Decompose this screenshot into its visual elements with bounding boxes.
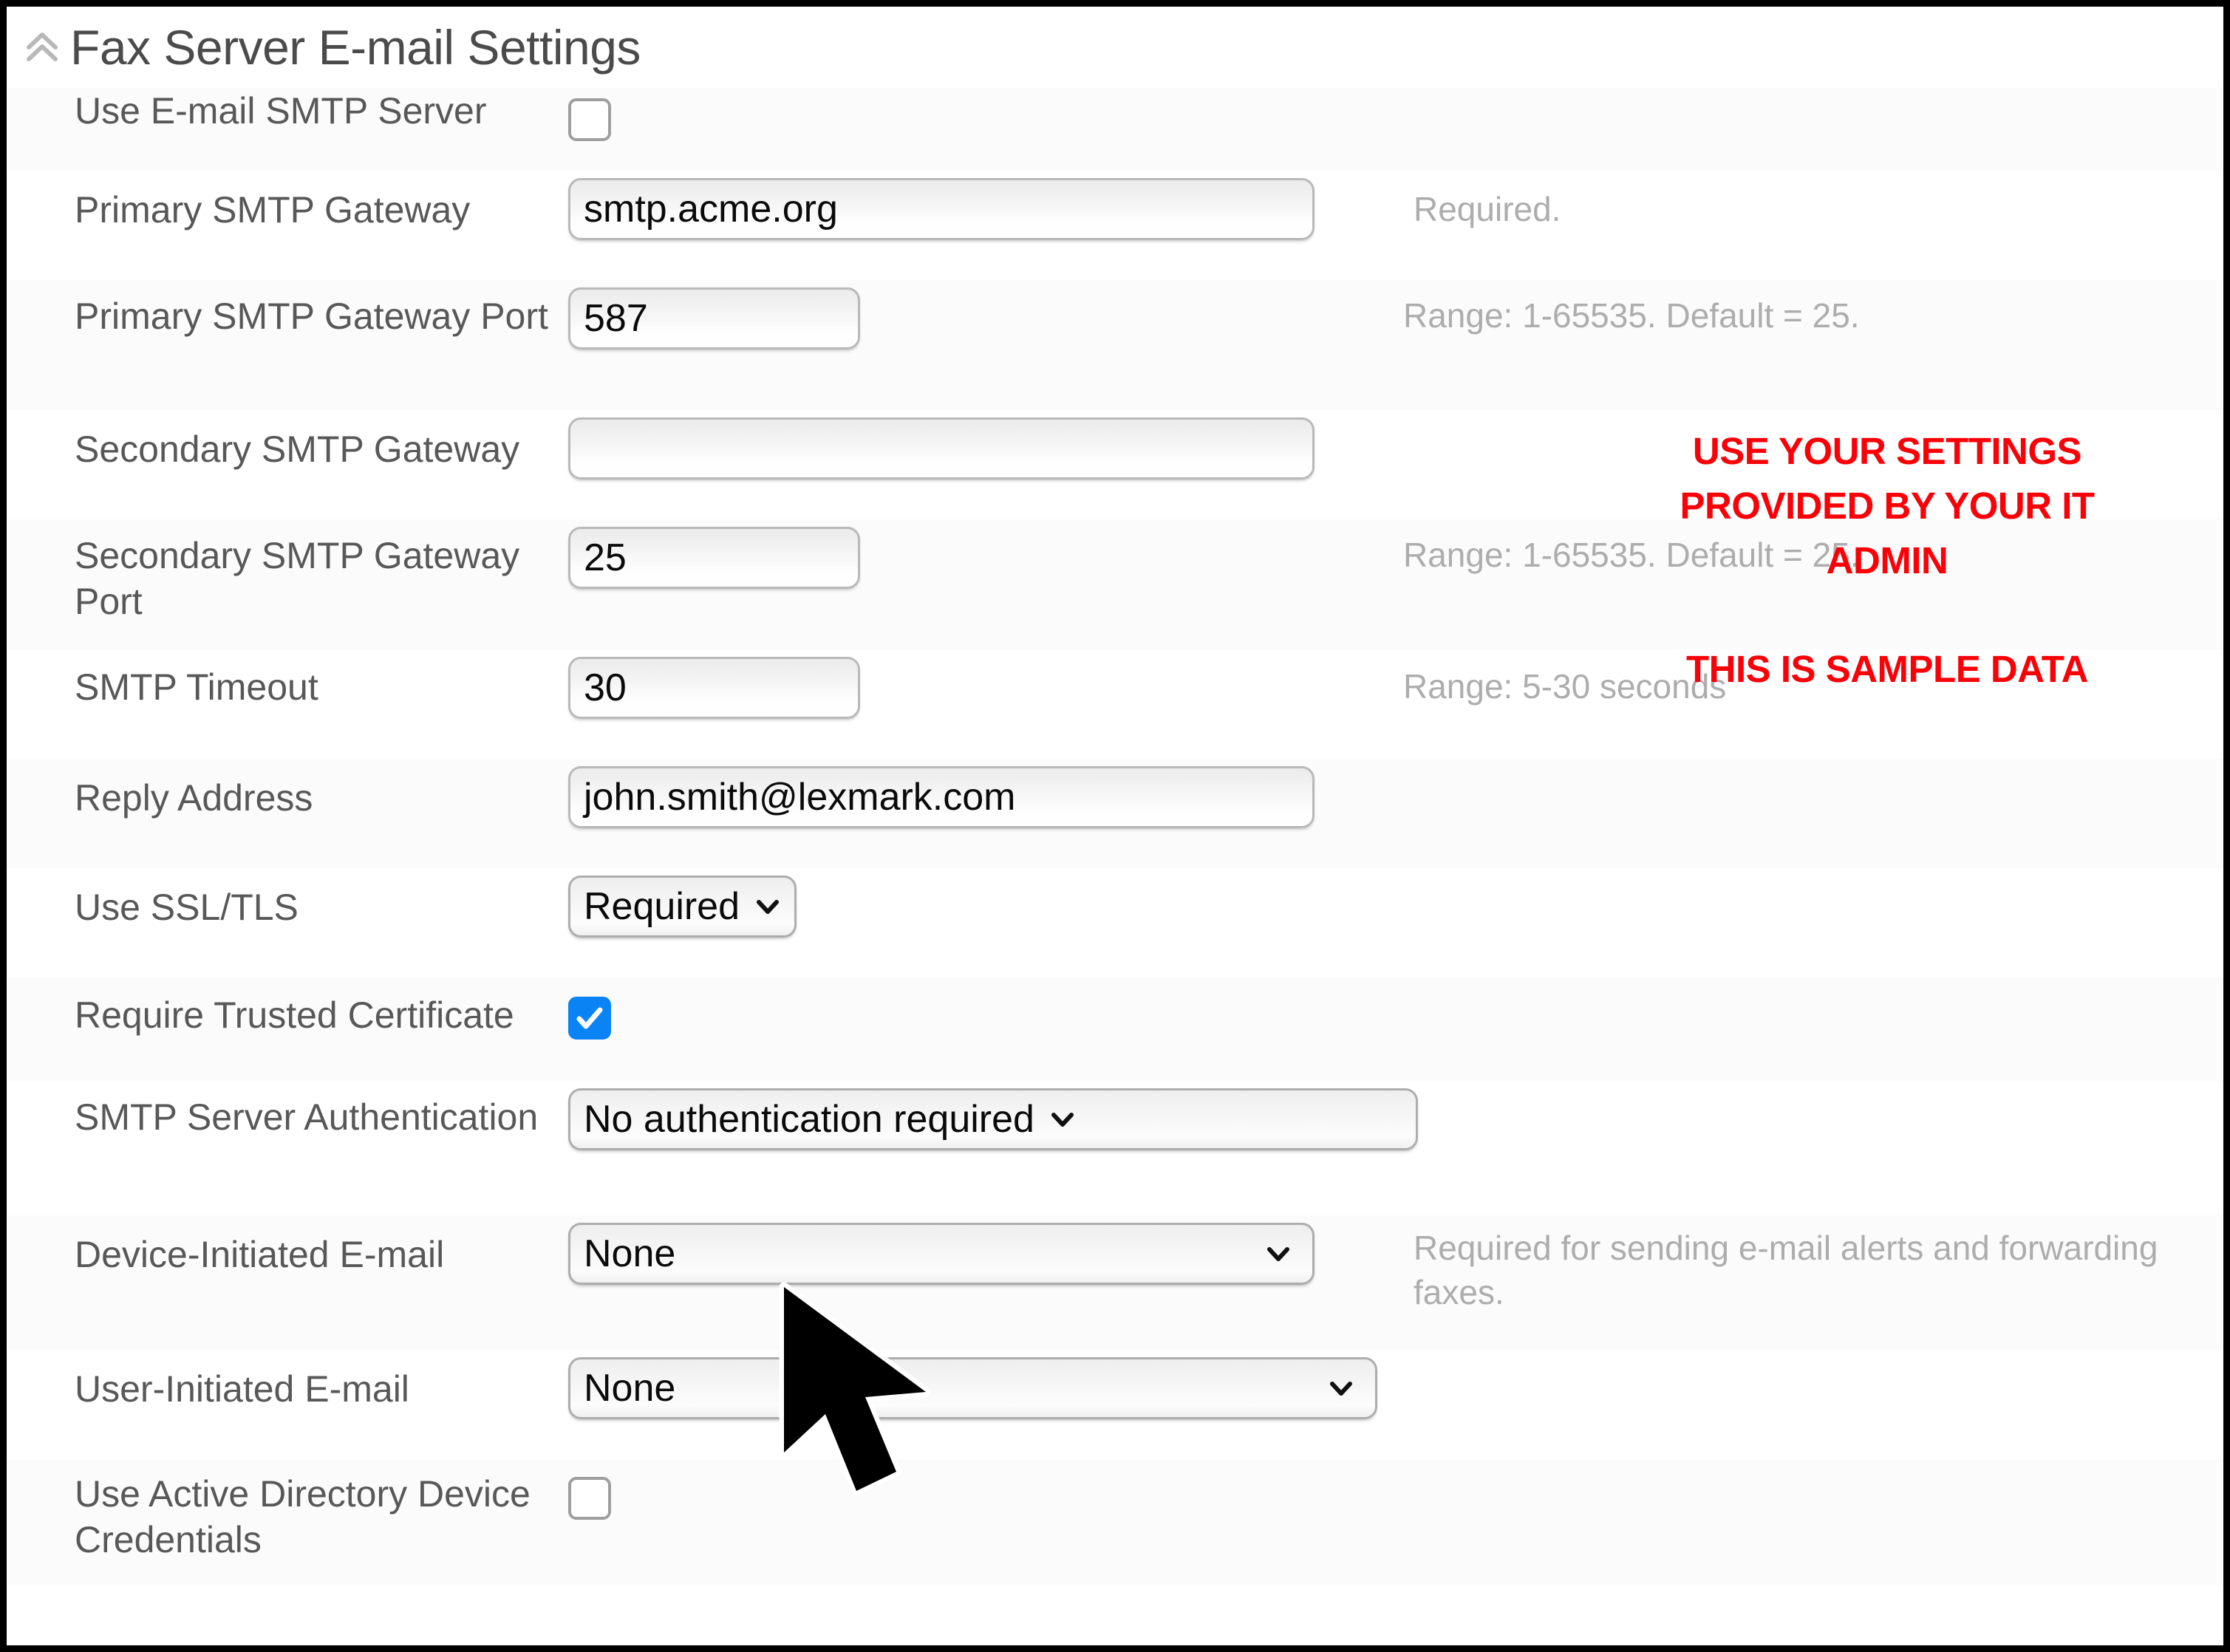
chevron-double-up-icon[interactable] bbox=[23, 28, 61, 66]
label-secondary-smtp-gateway-port: Secondary SMTP Gateway Port bbox=[75, 535, 520, 622]
hint-smtp-server-authentication bbox=[1403, 1081, 2223, 1094]
select-device-initiated-email[interactable]: None bbox=[568, 1223, 1315, 1285]
hint-reply-address bbox=[1403, 759, 2223, 775]
select-user-initiated-email-value: None bbox=[584, 1367, 676, 1410]
page-title: Fax Server E-mail Settings bbox=[70, 20, 641, 75]
hint-primary-smtp-gateway-port: Range: 1-65535. Default = 25. bbox=[1403, 296, 1860, 335]
settings-form: Use E-mail SMTP Server Primary SMTP Gate… bbox=[7, 88, 2223, 1585]
input-secondary-smtp-gateway[interactable] bbox=[568, 417, 1315, 479]
label-smtp-timeout: SMTP Timeout bbox=[75, 666, 318, 708]
row-primary-smtp-gateway: Primary SMTP Gateway smtp.acme.org Requi… bbox=[7, 171, 2223, 280]
control-require-trusted-certificate bbox=[568, 977, 1403, 1040]
control-use-email-smtp-server bbox=[568, 88, 1403, 145]
label-smtp-server-authentication: SMTP Server Authentication bbox=[75, 1096, 539, 1138]
select-use-ssl-tls-value: Required bbox=[584, 885, 740, 928]
row-require-trusted-certificate: Require Trusted Certificate bbox=[7, 977, 2223, 1081]
row-use-email-smtp-server: Use E-mail SMTP Server bbox=[7, 88, 2223, 171]
checkbox-use-active-directory-device-credentials[interactable] bbox=[568, 1477, 611, 1520]
select-use-ssl-tls[interactable]: Required bbox=[568, 876, 797, 938]
row-smtp-server-authentication: SMTP Server Authentication No authentica… bbox=[7, 1081, 2223, 1215]
control-primary-smtp-gateway: smtp.acme.org bbox=[568, 171, 1403, 240]
hint-primary-smtp-gateway: Required. bbox=[1414, 190, 1561, 228]
annotation-sample-data: THIS IS SAMPLE DATA bbox=[1686, 648, 2088, 690]
control-reply-address: john.smith@lexmark.com bbox=[568, 759, 1403, 828]
control-secondary-smtp-gateway bbox=[568, 410, 1403, 479]
hint-user-initiated-email bbox=[1403, 1350, 2223, 1366]
hint-use-ssl-tls bbox=[1403, 868, 2223, 884]
checkbox-use-email-smtp-server[interactable] bbox=[568, 98, 611, 141]
control-smtp-server-authentication: No authentication required bbox=[568, 1081, 1418, 1150]
label-use-active-directory-device-credentials: Use Active Directory Device Credentials bbox=[75, 1473, 531, 1560]
control-use-active-directory-device-credentials bbox=[568, 1459, 1403, 1523]
control-primary-smtp-gateway-port: 587 bbox=[568, 280, 1403, 349]
label-primary-smtp-gateway-port: Primary SMTP Gateway Port bbox=[75, 296, 548, 337]
input-primary-smtp-gateway-port[interactable]: 587 bbox=[568, 287, 860, 349]
select-smtp-server-authentication-value: No authentication required bbox=[584, 1098, 1034, 1141]
row-user-initiated-email: User-Initiated E-mail None bbox=[7, 1350, 2223, 1459]
control-secondary-smtp-gateway-port: 25 bbox=[568, 519, 1403, 589]
select-device-initiated-email-value: None bbox=[584, 1232, 676, 1275]
input-secondary-smtp-gateway-port[interactable]: 25 bbox=[568, 527, 860, 589]
label-device-initiated-email: Device-Initiated E-mail bbox=[75, 1234, 445, 1275]
select-user-initiated-email[interactable]: None bbox=[568, 1357, 1377, 1419]
label-require-trusted-certificate: Require Trusted Certificate bbox=[75, 994, 514, 1036]
control-use-ssl-tls: Required bbox=[568, 868, 1403, 938]
label-primary-smtp-gateway: Primary SMTP Gateway bbox=[75, 189, 471, 231]
hint-device-initiated-email: Required for sending e-mail alerts and f… bbox=[1414, 1229, 2158, 1311]
chevron-down-icon bbox=[1325, 1372, 1357, 1404]
row-device-initiated-email: Device-Initiated E-mail None Required fo… bbox=[7, 1215, 2223, 1350]
row-reply-address: Reply Address john.smith@lexmark.com bbox=[7, 759, 2223, 868]
section-header: Fax Server E-mail Settings bbox=[7, 7, 2223, 88]
label-reply-address: Reply Address bbox=[75, 777, 313, 819]
row-use-ssl-tls: Use SSL/TLS Required bbox=[7, 868, 2223, 977]
hint-use-active-directory-device-credentials bbox=[1403, 1459, 2223, 1471]
label-use-ssl-tls: Use SSL/TLS bbox=[75, 887, 299, 928]
control-user-initiated-email: None bbox=[568, 1350, 1403, 1419]
input-reply-address[interactable]: john.smith@lexmark.com bbox=[568, 766, 1315, 828]
control-device-initiated-email: None bbox=[568, 1215, 1403, 1285]
chevron-down-icon bbox=[1046, 1103, 1079, 1136]
label-user-initiated-email: User-Initiated E-mail bbox=[75, 1368, 409, 1410]
fax-server-email-settings-panel: Fax Server E-mail Settings Use E-mail SM… bbox=[0, 0, 2230, 1652]
checkbox-require-trusted-certificate[interactable] bbox=[568, 997, 611, 1040]
input-primary-smtp-gateway[interactable]: smtp.acme.org bbox=[568, 178, 1315, 240]
input-smtp-timeout[interactable]: 30 bbox=[568, 657, 860, 719]
row-primary-smtp-gateway-port: Primary SMTP Gateway Port 587 Range: 1-6… bbox=[7, 280, 2223, 410]
label-use-email-smtp-server: Use E-mail SMTP Server bbox=[75, 90, 487, 132]
label-secondary-smtp-gateway: Secondary SMTP Gateway bbox=[75, 429, 520, 470]
control-smtp-timeout: 30 bbox=[568, 649, 1403, 719]
chevron-down-icon bbox=[1262, 1238, 1295, 1270]
hint-require-trusted-certificate bbox=[1403, 977, 2223, 992]
row-use-active-directory-device-credentials: Use Active Directory Device Credentials bbox=[7, 1459, 2223, 1585]
annotation-use-your-settings: USE YOUR SETTINGS PROVIDED BY YOUR IT AD… bbox=[1680, 430, 2095, 581]
select-smtp-server-authentication[interactable]: No authentication required bbox=[568, 1088, 1418, 1150]
chevron-down-icon bbox=[751, 890, 784, 923]
